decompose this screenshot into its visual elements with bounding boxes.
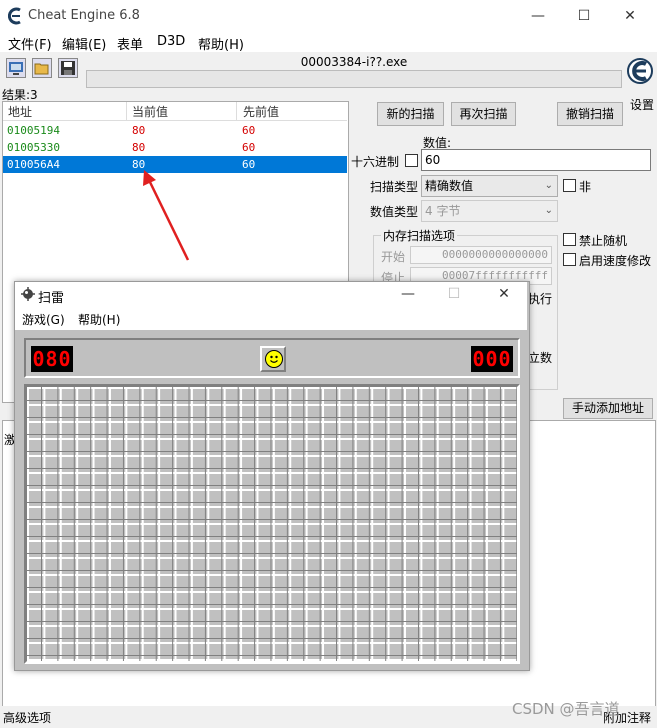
ms-maximize-button[interactable]: ☐ — [431, 280, 477, 308]
row-previous-value: 60 — [242, 158, 256, 171]
menu-file[interactable]: 文件(F) — [8, 34, 52, 53]
table-row[interactable]: 01005194 80 60 — [3, 122, 347, 139]
executable-label: 执行 — [528, 292, 553, 306]
column-address[interactable]: 地址 — [8, 103, 32, 120]
next-scan-button[interactable]: 再次扫描 — [451, 102, 516, 126]
disable-random-label: 禁止随机 — [579, 234, 628, 248]
hex-label: 十六进制 — [351, 155, 400, 169]
minimize-button[interactable]: — — [515, 0, 561, 32]
settings-label[interactable]: 设置 — [630, 96, 654, 113]
close-button[interactable]: ✕ — [607, 0, 653, 32]
column-separator — [126, 102, 127, 120]
disable-random-checkbox[interactable] — [563, 233, 576, 246]
results-list-header — [3, 102, 347, 121]
scan-progress-bar — [86, 70, 622, 88]
row-current-value: 80 — [132, 141, 146, 154]
save-icon[interactable] — [58, 58, 78, 78]
annotation-arrow-icon — [143, 170, 190, 261]
ce-window-title: Cheat Engine 6.8 — [28, 8, 140, 23]
scan-type-label: 扫描类型 — [370, 180, 419, 194]
process-title: 00003384-i??.exe — [300, 55, 408, 69]
scan-value-input[interactable]: 60 — [421, 149, 651, 171]
row-address: 010056A4 — [7, 158, 60, 171]
speedhack-checkbox[interactable] — [563, 253, 576, 266]
memory-scan-options-label: 内存扫描选项 — [381, 227, 458, 244]
value-type-label: 数值类型 — [370, 205, 419, 219]
cheat-engine-logo-icon — [8, 7, 21, 25]
ms-minimize-button[interactable]: — — [385, 280, 431, 308]
row-previous-value: 60 — [242, 124, 256, 137]
alignment-label: 立数 — [528, 351, 553, 365]
not-label: 非 — [579, 180, 592, 194]
scan-type-select[interactable]: 精确数值 ⌄ — [421, 175, 558, 197]
open-process-icon[interactable] — [6, 58, 26, 78]
ms-close-button[interactable]: ✕ — [481, 280, 527, 308]
csdn-watermark: CSDN @吾言道 — [512, 700, 620, 718]
ms-menu-game[interactable]: 游戏(G) — [22, 311, 65, 328]
minefield-grid[interactable] — [24, 384, 520, 664]
menu-table[interactable]: 表单 — [117, 34, 143, 53]
game-timer: 000 — [471, 346, 513, 372]
advanced-options-link[interactable]: 高级选项 — [3, 709, 51, 726]
add-address-manually-button[interactable]: 手动添加地址 — [563, 398, 653, 419]
chevron-down-icon: ⌄ — [544, 180, 553, 191]
start-address-input[interactable]: 0000000000000000 — [410, 246, 552, 264]
menu-d3d[interactable]: D3D — [157, 34, 185, 49]
scan-type-value: 精确数值 — [425, 179, 474, 193]
value-type-select[interactable]: 4 字节 ⌄ — [421, 200, 558, 222]
open-file-icon[interactable] — [32, 58, 52, 78]
hex-checkbox[interactable] — [405, 154, 418, 167]
column-separator — [236, 102, 237, 120]
table-row[interactable]: 01005330 80 60 — [3, 139, 347, 156]
minesweeper-title: 扫雷 — [38, 291, 65, 306]
smiley-icon — [265, 350, 283, 368]
undo-scan-button[interactable]: 撤销扫描 — [557, 102, 623, 126]
menu-edit[interactable]: 编辑(E) — [62, 34, 106, 53]
not-checkbox[interactable] — [563, 179, 576, 192]
reset-game-button[interactable] — [260, 346, 286, 372]
row-current-value: 80 — [132, 124, 146, 137]
column-previous-value[interactable]: 先前值 — [243, 103, 279, 120]
speedhack-label: 启用速度修改 — [579, 254, 652, 268]
mine-counter: 080 — [31, 346, 73, 372]
cheat-engine-settings-logo-icon[interactable] — [626, 54, 654, 94]
menu-help[interactable]: 帮助(H) — [198, 34, 244, 53]
mine-icon — [21, 287, 35, 301]
chevron-down-icon: ⌄ — [544, 205, 553, 216]
column-current-value[interactable]: 当前值 — [132, 103, 168, 120]
start-label: 开始 — [381, 250, 406, 264]
row-address: 01005194 — [7, 124, 60, 137]
new-scan-button[interactable]: 新的扫描 — [377, 102, 444, 126]
row-address: 01005330 — [7, 141, 60, 154]
ms-menu-help[interactable]: 帮助(H) — [78, 311, 120, 328]
maximize-button[interactable]: ☐ — [561, 0, 607, 32]
value-type-value: 4 字节 — [425, 204, 461, 218]
row-previous-value: 60 — [242, 141, 256, 154]
